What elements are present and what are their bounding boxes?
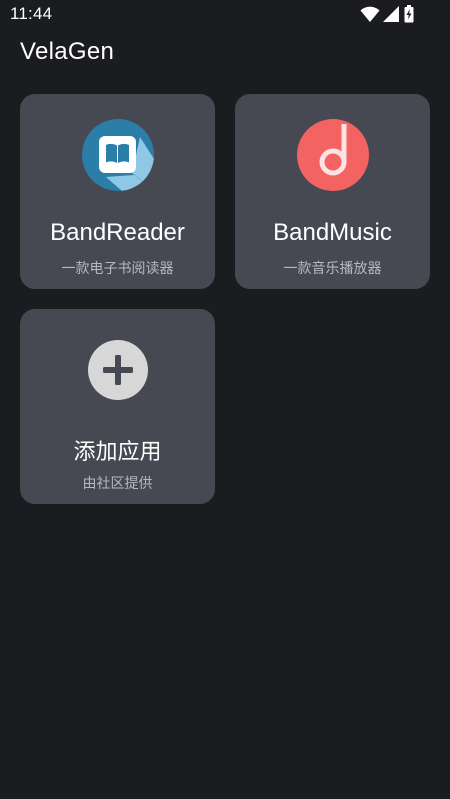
card-title: 添加应用 bbox=[73, 440, 162, 465]
battery-charging-icon bbox=[404, 5, 414, 23]
status-bar: 11:44 bbox=[0, 0, 450, 28]
card-subtitle: 由社区提供 bbox=[82, 476, 153, 492]
add-app-card[interactable]: 添加应用 由社区提供 bbox=[20, 309, 215, 504]
card-subtitle: 一款音乐播放器 bbox=[283, 261, 382, 277]
music-note-icon bbox=[296, 119, 369, 191]
card-title: BandReader bbox=[50, 219, 185, 246]
status-time: 11:44 bbox=[10, 4, 53, 23]
app-title: VelaGen bbox=[20, 38, 115, 65]
book-icon bbox=[81, 119, 154, 191]
wifi-icon bbox=[360, 6, 380, 22]
card-subtitle: 一款电子书阅读器 bbox=[61, 261, 174, 277]
card-title: BandMusic bbox=[273, 219, 392, 246]
app-card-bandmusic[interactable]: BandMusic 一款音乐播放器 bbox=[235, 94, 430, 289]
status-icons bbox=[360, 5, 420, 23]
app-card-bandreader[interactable]: BandReader 一款电子书阅读器 bbox=[20, 94, 215, 289]
signal-icon bbox=[383, 6, 399, 22]
plus-icon bbox=[87, 339, 149, 401]
